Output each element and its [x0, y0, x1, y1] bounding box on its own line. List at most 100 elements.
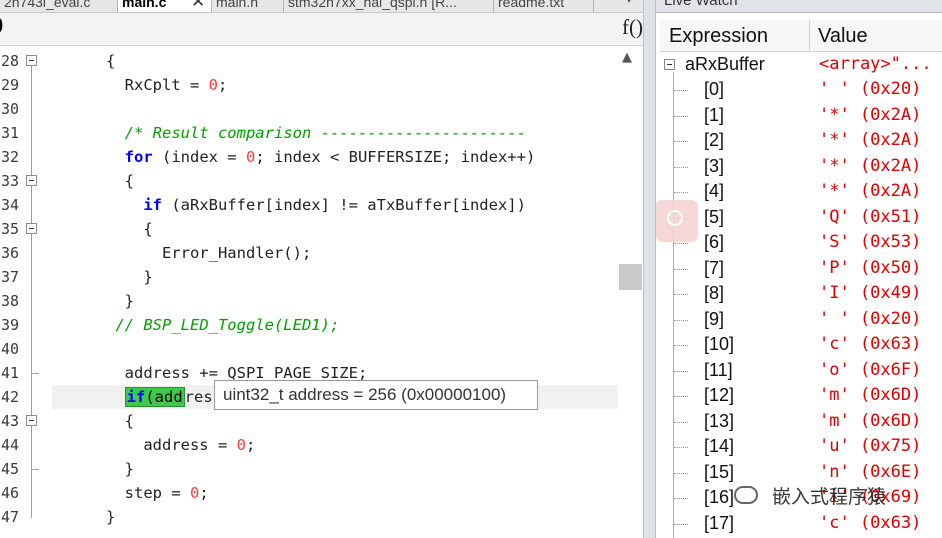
code-line[interactable]: RxCplt = 0; — [50, 73, 228, 97]
tree-branch — [674, 498, 688, 500]
watch-item-name[interactable]: [11] — [704, 358, 733, 383]
code-line[interactable]: } — [50, 457, 134, 481]
watch-item-name[interactable]: [8] — [704, 281, 724, 306]
line-number: 34 — [0, 196, 19, 214]
tree-branch — [674, 90, 688, 92]
collapse-tree-icon[interactable] — [664, 59, 675, 70]
watch-item-value: 'n' (0x6E) — [819, 461, 922, 482]
line-number: 47 — [0, 508, 19, 526]
watch-item-value: 'm' (0x6D) — [819, 385, 922, 405]
code-line[interactable]: } — [50, 265, 152, 289]
watch-item-name[interactable]: [17] — [704, 511, 734, 536]
watch-item-value: '*' (0x2A) — [819, 155, 922, 176]
column-separator[interactable] — [809, 20, 810, 51]
watch-root-name[interactable]: aRxBuffer — [685, 52, 765, 77]
watch-item-name[interactable]: [14] — [704, 434, 734, 459]
watermark-text: 嵌入式程序猿 — [772, 486, 887, 508]
function-list-icon[interactable]: f() — [622, 15, 643, 40]
code-line[interactable]: { — [50, 217, 152, 241]
line-number: 43 — [0, 412, 19, 430]
tab-stm32h7xx-hal-qspi-h[interactable]: stm32h7xx_hal_qspi.h [R... — [284, 0, 494, 12]
line-number: 42 — [0, 388, 19, 406]
panel-splitter[interactable] — [643, 0, 656, 538]
function-selector[interactable]: 0 — [0, 13, 3, 39]
tab-readme-txt[interactable]: readme.txt — [494, 0, 594, 12]
code-line[interactable]: } — [50, 289, 134, 313]
watch-item-name[interactable]: [16] — [704, 485, 734, 510]
line-number: 44 — [0, 436, 19, 454]
watch-item-value: '*' (0x2A) — [819, 130, 922, 150]
expression-column-header[interactable]: Expression — [669, 21, 768, 51]
tree-branch — [674, 319, 688, 322]
line-number: 37 — [0, 268, 19, 286]
code-line[interactable]: } — [50, 505, 115, 529]
code-line[interactable]: for (index = 0; index < BUFFERSIZE; inde… — [50, 145, 536, 169]
fold-guide-end — [31, 373, 39, 374]
watch-item-value: 'u' (0x75) — [819, 436, 922, 456]
watch-item-name[interactable]: [15] — [704, 460, 734, 485]
close-tab-icon[interactable]: ✕ — [191, 0, 205, 12]
fold-collapse-icon[interactable] — [26, 223, 37, 234]
function-navigation-bar — [0, 13, 648, 46]
fold-collapse-icon[interactable] — [26, 415, 37, 426]
code-line[interactable]: // BSP_LED_Toggle(LED1); — [50, 313, 339, 337]
tree-branch — [674, 294, 688, 296]
editor-vertical-scrollbar[interactable] — [618, 46, 643, 538]
line-number: 38 — [0, 292, 19, 310]
tab-main-h[interactable]: main.h — [212, 0, 284, 12]
watch-item-name[interactable]: [1] — [704, 103, 724, 128]
watch-item-name[interactable]: [3] — [704, 154, 724, 179]
value-column-header[interactable]: Value — [818, 21, 868, 51]
line-number: 33 — [0, 172, 19, 190]
watch-item-name[interactable]: [6] — [704, 230, 724, 255]
watch-item-name[interactable]: [10] — [704, 332, 734, 357]
watch-item-value: 'P' (0x50) — [819, 257, 922, 278]
watch-item-value: 'c' (0x63) — [819, 334, 922, 354]
line-number: 36 — [0, 244, 19, 262]
tree-branch — [674, 523, 688, 526]
code-line[interactable]: { — [50, 49, 115, 73]
code-line[interactable]: /* Result comparison -------------------… — [50, 121, 526, 145]
tree-branch — [674, 447, 688, 449]
tree-branch — [674, 370, 688, 373]
watch-item-name[interactable]: [5] — [704, 205, 724, 230]
tree-branch — [674, 345, 688, 347]
code-line[interactable]: if (aRxBuffer[index] != aTxBuffer[index]… — [50, 193, 526, 217]
watch-item-name[interactable]: [4] — [704, 179, 724, 204]
watch-item-value: 'I' (0x49) — [819, 283, 922, 303]
code-line[interactable]: address = 0; — [50, 433, 255, 457]
fold-collapse-icon[interactable] — [26, 55, 37, 66]
watch-item-name[interactable]: [7] — [704, 256, 724, 281]
tree-branch — [674, 243, 688, 245]
code-editor[interactable]: { RxCplt = 0; /* Result comparison -----… — [50, 46, 618, 538]
line-number: 40 — [0, 340, 19, 358]
magnifier-overlay-icon[interactable] — [656, 200, 698, 242]
watch-item-name[interactable]: [2] — [704, 128, 724, 153]
tree-branch — [674, 421, 688, 424]
code-line[interactable]: if(add ress — [50, 385, 222, 409]
line-number: 28 — [0, 52, 19, 70]
scrollbar-thumb[interactable] — [619, 264, 642, 290]
editor-tab-strip: 2h743i_eval.c main.c main.h stm32h7xx_ha… — [0, 0, 648, 13]
live-watch-title-bar: Live Watch — [656, 0, 942, 13]
line-number: 39 — [0, 316, 19, 334]
tree-branch — [674, 268, 688, 271]
watch-item-name[interactable]: [13] — [704, 409, 734, 434]
tab-2h743i-eval[interactable]: 2h743i_eval.c — [0, 0, 118, 12]
code-line[interactable]: { — [50, 409, 134, 433]
watch-item-value: 'o' (0x6F) — [819, 359, 922, 380]
scroll-up-icon[interactable]: ▲ — [622, 50, 632, 65]
line-number: 29 — [0, 76, 19, 94]
fold-collapse-icon[interactable] — [26, 175, 37, 186]
line-number: 41 — [0, 364, 19, 382]
watch-item-name[interactable]: [0] — [704, 77, 724, 102]
line-number: 32 — [0, 148, 19, 166]
watch-item-name[interactable]: [12] — [704, 383, 734, 408]
code-line[interactable]: Error_Handler(); — [50, 241, 311, 265]
tab-list-dropdown-icon[interactable]: ▾ — [626, 0, 632, 6]
tree-branch — [674, 166, 688, 169]
watch-item-name[interactable]: [9] — [704, 307, 724, 332]
line-number: 35 — [0, 220, 19, 238]
code-line[interactable]: step = 0; — [50, 481, 209, 505]
code-line[interactable]: { — [50, 169, 134, 193]
